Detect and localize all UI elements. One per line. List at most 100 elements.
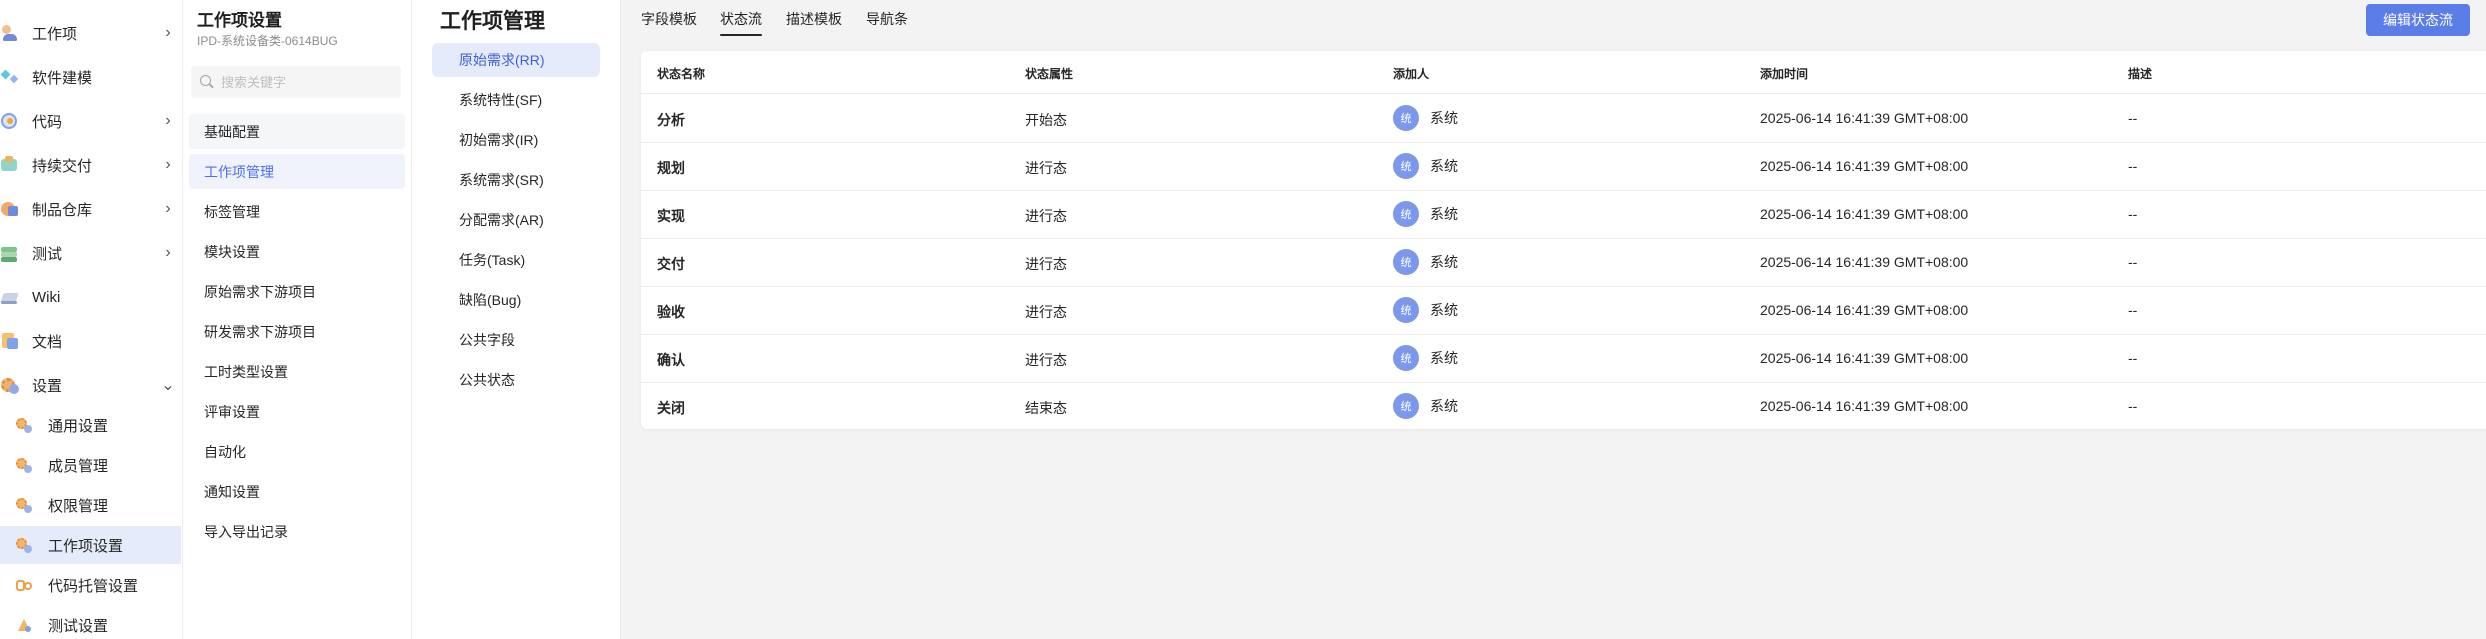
table-row[interactable]: 验收 进行态 统系统 2025-06-14 16:41:39 GMT+08:00 --	[641, 286, 2486, 335]
status-name-cell: 实现	[657, 208, 685, 224]
settings-item-basic-config[interactable]: 基础配置	[189, 114, 405, 149]
permission-gear-icon	[16, 497, 32, 513]
chevron-right-icon: ›	[165, 156, 171, 173]
status-attribute-cell: 进行态	[1025, 208, 1067, 224]
left-navigation: 工作项 › 软件建模 代码 › 持续交付 › 制品仓库 › 测试 › Wiki …	[0, 0, 183, 639]
edit-status-flow-button[interactable]: 编辑状态流	[2366, 4, 2470, 36]
settings-item-review-settings[interactable]: 评审设置	[189, 394, 405, 429]
added-time-cell: 2025-06-14 16:41:39 GMT+08:00	[1760, 110, 1969, 126]
chevron-right-icon: ›	[165, 244, 171, 261]
sub-item-label: 代码托管设置	[48, 577, 139, 595]
settings-item-import-export-log[interactable]: 导入导出记录	[189, 514, 405, 549]
column-header: 添加时间	[1760, 67, 1809, 81]
search-input[interactable]	[221, 74, 391, 90]
status-attribute-cell: 进行态	[1025, 304, 1067, 320]
nav-item-label: 文档	[32, 333, 63, 351]
nav-item-delivery[interactable]: 持续交付 ›	[0, 145, 181, 185]
search-icon	[200, 75, 214, 89]
settings-item-workitem-management[interactable]: 工作项管理	[189, 154, 405, 189]
tab-status-flow[interactable]: 状态流	[720, 9, 762, 36]
settings-item-raw-req-downstream[interactable]: 原始需求下游项目	[189, 274, 405, 309]
table-row[interactable]: 分析 开始态 统系统 2025-06-14 16:41:39 GMT+08:00 --	[641, 94, 2486, 143]
sub-item-code-hosting[interactable]: 代码托管设置	[0, 566, 181, 604]
added-time-cell: 2025-06-14 16:41:39 GMT+08:00	[1760, 398, 1969, 414]
adder-cell: 统系统	[1393, 153, 1458, 179]
status-name-cell: 交付	[657, 256, 685, 272]
column-header: 状态名称	[657, 67, 706, 81]
workitem-common-status[interactable]: 公共状态	[432, 363, 600, 397]
settings-panel: 工作项设置 IPD-系统设备类-0614BUG 基础配置 工作项管理 标签管理 …	[183, 0, 412, 639]
tab-navigation-bar[interactable]: 导航条	[866, 9, 908, 35]
status-name-cell: 确认	[657, 352, 685, 368]
settings-item-rd-req-downstream[interactable]: 研发需求下游项目	[189, 314, 405, 349]
sub-item-permission-management[interactable]: 权限管理	[0, 486, 181, 524]
chevron-right-icon: ›	[165, 112, 171, 129]
workitem-common-fields[interactable]: 公共字段	[432, 323, 600, 357]
column-header: 状态属性	[1025, 67, 1074, 81]
chevron-right-icon: ›	[165, 24, 171, 41]
sub-item-label: 成员管理	[48, 457, 109, 475]
workitem-type-rr[interactable]: 原始需求(RR)	[432, 43, 600, 77]
search-box[interactable]	[191, 66, 401, 98]
nav-item-label: 工作项	[32, 25, 78, 43]
adder-cell: 统系统	[1393, 297, 1458, 323]
description-cell: --	[2128, 158, 2138, 174]
avatar: 统	[1393, 297, 1419, 323]
workitem-type-ar[interactable]: 分配需求(AR)	[432, 203, 600, 237]
nav-item-label: 持续交付	[32, 157, 93, 175]
delivery-icon	[0, 155, 20, 175]
table-row[interactable]: 确认 进行态 统系统 2025-06-14 16:41:39 GMT+08:00 --	[641, 334, 2486, 383]
table-row[interactable]: 交付 进行态 统系统 2025-06-14 16:41:39 GMT+08:00 --	[641, 238, 2486, 287]
nav-item-label: 制品仓库	[32, 201, 93, 219]
nav-item-code[interactable]: 代码 ›	[0, 101, 181, 141]
nav-item-modeling[interactable]: 软件建模	[0, 57, 181, 97]
description-cell: --	[2128, 110, 2138, 126]
sub-item-workitem-settings[interactable]: 工作项设置	[0, 526, 181, 564]
added-time-cell: 2025-06-14 16:41:39 GMT+08:00	[1760, 350, 1969, 366]
nav-item-workitem[interactable]: 工作项 ›	[0, 13, 181, 53]
workitem-type-ir[interactable]: 初始需求(IR)	[432, 123, 600, 157]
workitem-type-bug[interactable]: 缺陷(Bug)	[432, 283, 600, 317]
nav-item-test[interactable]: 测试 ›	[0, 233, 181, 273]
sub-item-general-settings[interactable]: 通用设置	[0, 406, 181, 444]
workitem-type-sr[interactable]: 系统需求(SR)	[432, 163, 600, 197]
avatar: 统	[1393, 345, 1419, 371]
tab-field-template[interactable]: 字段模板	[641, 9, 697, 35]
adder-name: 系统	[1430, 302, 1458, 318]
status-name-cell: 分析	[657, 112, 685, 128]
status-name-cell: 验收	[657, 304, 685, 320]
workitem-type-task[interactable]: 任务(Task)	[432, 243, 600, 277]
status-attribute-cell: 结束态	[1025, 400, 1067, 416]
column-header: 添加人	[1393, 67, 1430, 81]
workitem-type-sf[interactable]: 系统特性(SF)	[432, 83, 600, 117]
status-attribute-cell: 进行态	[1025, 352, 1067, 368]
settings-item-worktime-type[interactable]: 工时类型设置	[189, 354, 405, 389]
settings-item-module-settings[interactable]: 模块设置	[189, 234, 405, 269]
nav-item-label: 代码	[32, 113, 63, 131]
nav-item-wiki[interactable]: Wiki	[0, 277, 181, 317]
description-cell: --	[2128, 206, 2138, 222]
table-row[interactable]: 实现 进行态 统系统 2025-06-14 16:41:39 GMT+08:00 --	[641, 190, 2486, 239]
settings-item-notification[interactable]: 通知设置	[189, 474, 405, 509]
nav-item-label: 软件建模	[32, 69, 93, 87]
sub-item-test-settings[interactable]: 测试设置	[0, 606, 181, 639]
tab-description-template[interactable]: 描述模板	[786, 9, 842, 35]
table-row[interactable]: 关闭 结束态 统系统 2025-06-14 16:41:39 GMT+08:00 --	[641, 382, 2486, 429]
settings-item-tag-management[interactable]: 标签管理	[189, 194, 405, 229]
nav-item-settings[interactable]: 设置 ⌄	[0, 365, 181, 405]
avatar: 统	[1393, 393, 1419, 419]
adder-cell: 统系统	[1393, 201, 1458, 227]
sub-item-member-management[interactable]: 成员管理	[0, 446, 181, 484]
description-cell: --	[2128, 398, 2138, 414]
nav-item-repository[interactable]: 制品仓库 ›	[0, 189, 181, 229]
avatar: 统	[1393, 249, 1419, 275]
table-row[interactable]: 规划 进行态 统系统 2025-06-14 16:41:39 GMT+08:00 --	[641, 142, 2486, 191]
table-header: 状态名称 状态属性 添加人 添加时间 描述	[641, 51, 2486, 94]
sub-item-label: 通用设置	[48, 417, 109, 435]
adder-cell: 统系统	[1393, 249, 1458, 275]
added-time-cell: 2025-06-14 16:41:39 GMT+08:00	[1760, 158, 1969, 174]
settings-item-automation[interactable]: 自动化	[189, 434, 405, 469]
column-header: 描述	[2128, 67, 2153, 81]
added-time-cell: 2025-06-14 16:41:39 GMT+08:00	[1760, 206, 1969, 222]
nav-item-document[interactable]: 文档	[0, 321, 181, 361]
